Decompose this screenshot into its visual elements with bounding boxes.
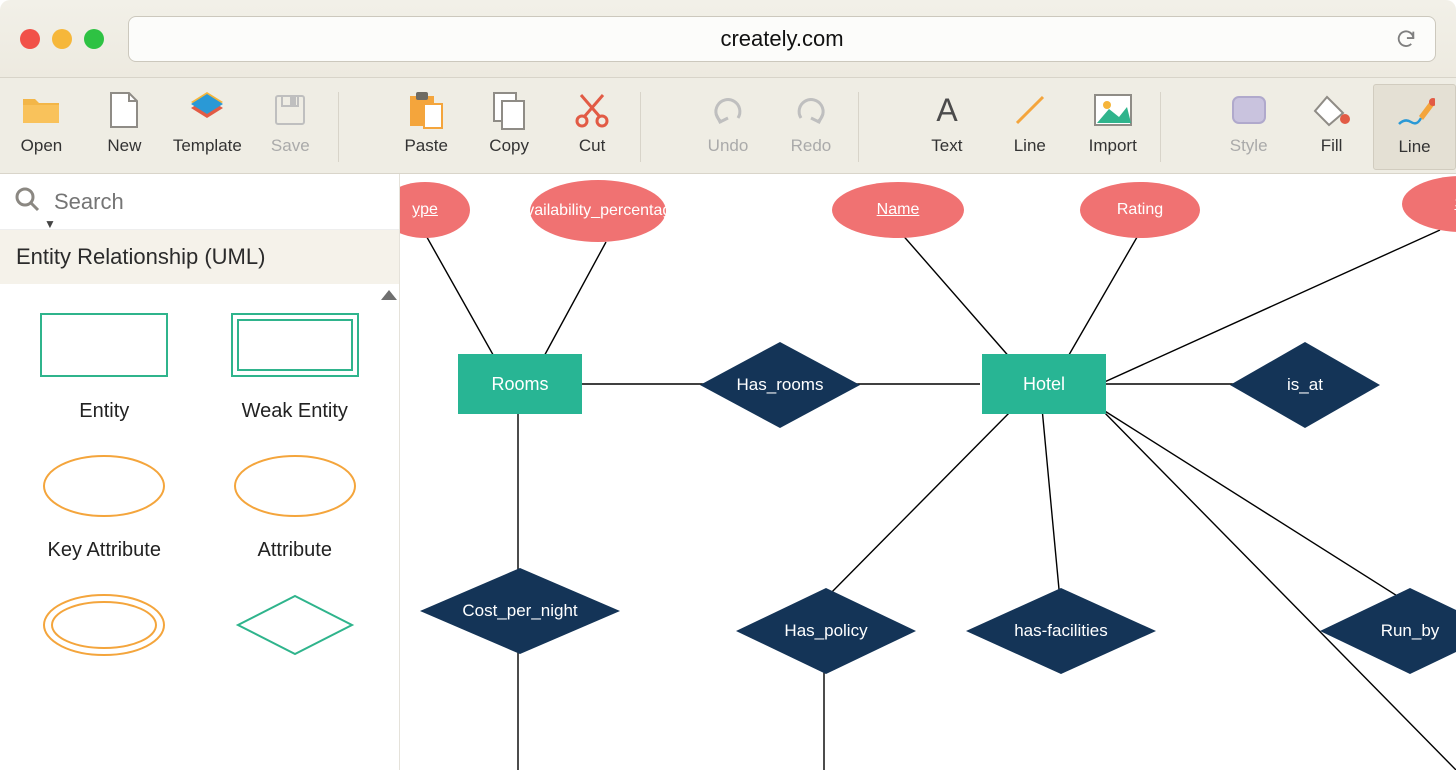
category-header[interactable]: Entity Relationship (UML) [0,230,399,284]
refresh-icon[interactable] [1395,28,1417,50]
shape-relationship[interactable] [205,590,386,660]
entity-hotel[interactable]: Hotel [982,354,1106,414]
import-button[interactable]: Import [1071,84,1154,170]
line-label: Line [1014,136,1046,156]
entity-rooms[interactable]: Rooms [458,354,582,414]
relationship-is-at[interactable]: is_at [1230,342,1380,428]
redo-icon [791,90,831,130]
import-label: Import [1089,136,1137,156]
template-label: Template [173,136,242,156]
window-controls [20,29,104,49]
category-title: Entity Relationship (UML) [16,244,265,269]
relationship-has-facilities[interactable]: has-facilities [966,588,1156,674]
attribute-rating[interactable]: Rating [1080,182,1200,238]
attribute-availability[interactable]: Availability_percentage [530,180,666,242]
svg-text:A: A [936,93,958,127]
toolbar-separator [338,92,339,162]
cut-icon [572,90,612,130]
paste-icon [406,90,446,130]
style-icon [1229,90,1269,130]
shape-multivalued-attribute[interactable] [14,590,195,660]
shape-label: Attribute [258,539,332,562]
folder-icon [21,90,61,130]
cut-button[interactable]: Cut [551,84,634,170]
shape-key-attribute[interactable]: Key Attribute [14,451,195,562]
diagram-canvas[interactable]: ype Availability_percentage Name Rating … [400,174,1456,770]
redo-button[interactable]: Redo [769,84,852,170]
shape-weak-entity[interactable]: Weak Entity [205,312,386,423]
toolbar-separator [640,92,641,162]
relationship-cost-per-night[interactable]: Cost_per_night [420,568,620,654]
redo-label: Redo [791,136,832,156]
open-label: Open [21,136,63,156]
line-style-button[interactable]: Line [1373,84,1456,170]
maximize-window-button[interactable] [84,29,104,49]
shape-label: Key Attribute [48,539,161,562]
url-text: creately.com [720,26,843,52]
line-icon [1010,90,1050,130]
minimize-window-button[interactable] [52,29,72,49]
copy-icon [489,90,529,130]
text-tool-button[interactable]: A Text [905,84,988,170]
shape-label: Weak Entity [242,400,348,423]
line-style-label: Line [1398,137,1430,157]
new-label: New [107,136,141,156]
toolbar-separator [858,92,859,162]
open-button[interactable]: Open [0,84,83,170]
paste-button[interactable]: Paste [385,84,468,170]
fill-button[interactable]: Fill [1290,84,1373,170]
workspace: ▼ Entity Relationship (UML) Entity Weak … [0,174,1456,770]
shape-attribute[interactable]: Attribute [205,451,386,562]
attribute-name[interactable]: Name [832,182,964,238]
search-icon [14,186,40,218]
copy-button[interactable]: Copy [468,84,551,170]
relationship-run-by[interactable]: Run_by [1320,588,1456,674]
line-tool-button[interactable]: Line [988,84,1071,170]
text-icon: A [927,90,967,130]
new-file-icon [104,90,144,130]
paste-label: Paste [404,136,447,156]
import-icon [1093,90,1133,130]
search-row: ▼ [0,174,399,230]
shape-entity[interactable]: Entity [14,312,195,423]
pencil-line-icon [1395,91,1435,131]
search-input[interactable] [54,189,385,215]
style-button[interactable]: Style [1207,84,1290,170]
fill-label: Fill [1321,136,1343,156]
shape-label: Entity [79,400,129,423]
dropdown-caret-icon[interactable]: ▼ [44,217,56,231]
new-button[interactable]: New [83,84,166,170]
template-button[interactable]: Template [166,84,249,170]
undo-button[interactable]: Undo [687,84,770,170]
relationship-has-rooms[interactable]: Has_rooms [700,342,860,428]
address-bar[interactable]: creately.com [128,16,1436,62]
undo-label: Undo [708,136,749,156]
text-label: Text [931,136,962,156]
style-label: Style [1230,136,1268,156]
fill-icon [1312,90,1352,130]
browser-chrome: creately.com [0,0,1456,78]
relationship-has-policy[interactable]: Has_policy [736,588,916,674]
save-icon [270,90,310,130]
cut-label: Cut [579,136,605,156]
copy-label: Copy [489,136,529,156]
template-icon [187,90,227,130]
save-button[interactable]: Save [249,84,332,170]
close-window-button[interactable] [20,29,40,49]
undo-icon [708,90,748,130]
toolbar-separator [1160,92,1161,162]
shape-grid: Entity Weak Entity Key Attribute Attribu… [0,284,399,660]
shapes-panel: ▼ Entity Relationship (UML) Entity Weak … [0,174,400,770]
toolbar: Open New Template Save Paste Copy [0,78,1456,174]
save-label: Save [271,136,310,156]
diagram-edges [400,174,1456,770]
